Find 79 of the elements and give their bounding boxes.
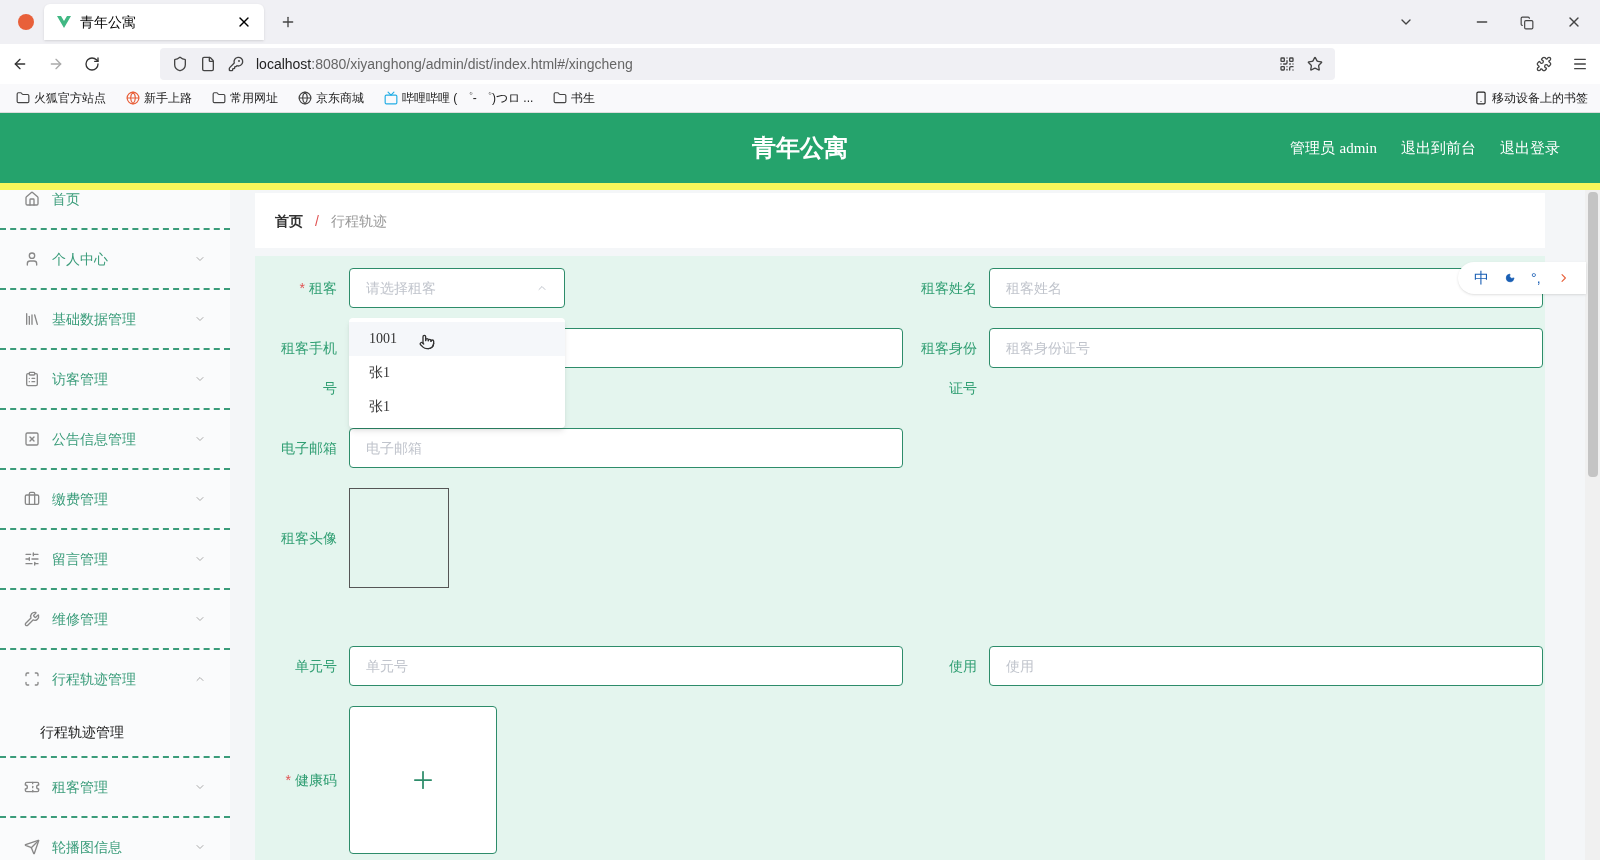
sidebar-item[interactable]: 留言管理 <box>0 530 230 588</box>
books-icon <box>24 311 40 327</box>
scrollbar-thumb[interactable] <box>1587 192 1598 477</box>
browser-icon <box>126 91 140 105</box>
dropdown-option[interactable]: 张1 <box>349 356 565 390</box>
input-field[interactable]: 单元号 <box>349 646 903 686</box>
field-label: 单元号 <box>294 657 337 676</box>
wrench-icon <box>24 611 40 627</box>
field-label: 租客姓名 <box>920 279 977 298</box>
globe-icon <box>298 91 312 105</box>
send-icon <box>24 839 40 855</box>
briefcase-icon <box>24 491 40 507</box>
phone-icon <box>1474 91 1488 105</box>
input-field[interactable]: 租客身份证号 <box>989 328 1543 368</box>
sidebar-item[interactable]: 租客管理 <box>0 758 230 816</box>
star-icon[interactable] <box>1307 56 1323 72</box>
sliders-icon <box>24 551 40 567</box>
field-label: * 健康码 <box>284 771 337 790</box>
sidebar-item[interactable]: 个人中心 <box>0 230 230 288</box>
sidebar-item[interactable]: 基础数据管理 <box>0 290 230 348</box>
sidebar-subitem[interactable]: 行程轨迹管理 <box>0 708 230 756</box>
shield-icon <box>172 56 188 72</box>
field-label: 使用 <box>948 657 977 676</box>
field-label: 电子邮箱 <box>280 439 337 458</box>
field-label: * 租客 <box>298 279 337 298</box>
hand-cursor-icon <box>419 334 435 350</box>
v-logo-icon <box>56 14 72 30</box>
qr-code-icon[interactable] <box>1279 56 1295 72</box>
field-label: 租客头像 <box>280 529 337 548</box>
bookmark-item[interactable]: 书生 <box>549 90 600 106</box>
sidebar-item[interactable]: 公告信息管理 <box>0 410 230 468</box>
bookmark-item[interactable]: 京东商城 <box>294 90 368 106</box>
input-field[interactable]: 电子邮箱 <box>349 428 903 468</box>
bookmark-item[interactable]: 移动设备上的书签 <box>1474 90 1588 106</box>
user-icon <box>24 251 40 267</box>
ime-mode-button[interactable]: 中 <box>1474 266 1489 290</box>
browser-logo-icon[interactable] <box>18 14 34 30</box>
sidebar-item[interactable]: 行程轨迹管理 <box>0 650 230 708</box>
sidebar-item[interactable]: 轮播图信息 <box>0 818 230 860</box>
dropdown-option[interactable]: 张1 <box>349 390 565 424</box>
dropdown-option[interactable]: 1001 <box>349 322 565 356</box>
bookmark-item[interactable]: 新手上路 <box>122 90 196 106</box>
back-icon[interactable] <box>12 56 28 72</box>
address-bar[interactable]: localhost:8080/xiyanghong/admin/dist/index.html#/xingcheng <box>160 48 1335 80</box>
extensions-icon[interactable] <box>1536 56 1552 72</box>
punctuation-button[interactable]: °, <box>1531 268 1541 288</box>
folder-icon <box>212 91 226 105</box>
notice-icon <box>24 431 40 447</box>
ticket-icon <box>24 779 40 795</box>
bookmark-item[interactable]: 火狐官方站点 <box>12 90 110 106</box>
field-label: 租客身份证号 <box>920 339 977 398</box>
url-text: localhost:8080/xiyanghong/admin/dist/index.html#/xingcheng <box>256 55 634 74</box>
clipboard-icon <box>24 371 40 387</box>
browser-tab[interactable]: 青年公寓 <box>44 4 264 40</box>
user-label: 管理员 admin <box>1290 137 1377 158</box>
moon-icon[interactable] <box>1505 272 1516 284</box>
folder-icon <box>16 91 30 105</box>
upload-box[interactable] <box>349 706 497 854</box>
bookmark-item[interactable]: 哔哩哔哩 ( ゜- ゜)つロ ... <box>380 90 538 106</box>
breadcrumb-link[interactable]: 首页 <box>275 210 303 231</box>
breadcrumb-separator: / <box>315 211 319 231</box>
new-tab-icon[interactable] <box>280 14 296 30</box>
restore-icon[interactable] <box>1520 16 1534 30</box>
folder-icon <box>553 91 568 105</box>
tv-icon <box>384 91 398 105</box>
menu-icon[interactable] <box>1572 56 1588 72</box>
input-field[interactable]: 使用 <box>989 646 1543 686</box>
home-icon <box>24 191 40 207</box>
key-icon <box>228 56 244 72</box>
field-label: 租客手机号 <box>280 339 337 398</box>
frame-icon <box>24 671 40 687</box>
bookmark-item[interactable]: 常用网址 <box>208 90 282 106</box>
sidebar-item[interactable]: 首页 <box>0 190 230 228</box>
sidebar-item[interactable]: 缴费管理 <box>0 470 230 528</box>
sidebar-item[interactable]: 访客管理 <box>0 350 230 408</box>
sidebar-item[interactable]: 维修管理 <box>0 590 230 648</box>
page-icon <box>200 56 216 72</box>
app-title: 青年公寓 <box>752 134 848 163</box>
reload-icon[interactable] <box>84 56 100 72</box>
